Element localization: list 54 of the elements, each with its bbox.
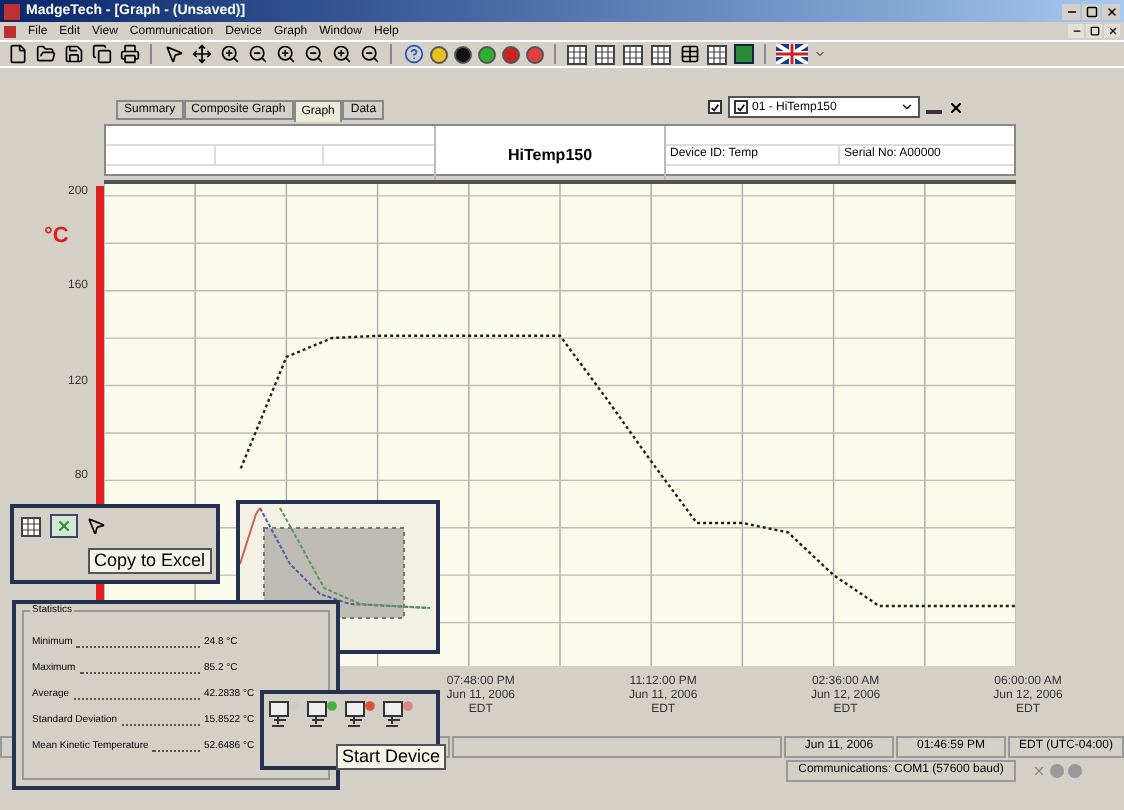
device-name: HiTemp150: [507, 144, 593, 168]
print-icon[interactable]: [118, 43, 140, 65]
tooltip: Start Device: [336, 744, 447, 770]
document-icon: [4, 25, 16, 37]
minimize-button[interactable]: [1068, 24, 1084, 38]
cursor-icon: [86, 516, 106, 536]
device-icon[interactable]: [382, 698, 414, 730]
new-file-icon[interactable]: [6, 43, 28, 65]
start-icon[interactable]: [478, 45, 496, 63]
restore-icon: [1089, 26, 1099, 36]
dropdown-icon[interactable]: [900, 100, 914, 114]
maximize-icon: [1085, 5, 1097, 17]
pointer-icon[interactable]: [162, 43, 184, 65]
stop-icon[interactable]: [502, 45, 520, 63]
excel-icon[interactable]: [734, 44, 754, 64]
pan-icon[interactable]: [190, 43, 212, 65]
excel-icon[interactable]: [50, 514, 78, 538]
table-icon[interactable]: [706, 43, 728, 65]
zoom-in-icon[interactable]: [218, 43, 240, 65]
close-icon[interactable]: [948, 99, 964, 115]
app-icon: [4, 3, 20, 19]
table-icon[interactable]: [566, 43, 588, 65]
checkbox[interactable]: [734, 100, 748, 114]
close-button[interactable]: [1102, 3, 1120, 19]
zoom-in-icon[interactable]: [330, 43, 352, 65]
close-icon: [1107, 26, 1117, 36]
zoom-out-icon[interactable]: [358, 43, 380, 65]
restore-button[interactable]: [1086, 24, 1102, 38]
table-icon[interactable]: [650, 43, 672, 65]
cancel-icon[interactable]: [526, 45, 544, 63]
copy-icon[interactable]: [90, 43, 112, 65]
close-button[interactable]: [1104, 24, 1120, 38]
help-icon[interactable]: [402, 43, 424, 65]
open-folder-icon[interactable]: [34, 43, 56, 65]
minimize-button[interactable]: [1062, 3, 1080, 19]
zoom-out-icon[interactable]: [246, 43, 268, 65]
table-icon[interactable]: [678, 43, 700, 65]
close-icon: [1105, 5, 1117, 17]
flag-icon[interactable]: [776, 44, 808, 64]
zoom-out-icon[interactable]: [302, 43, 324, 65]
device-icon[interactable]: [306, 698, 338, 730]
maximize-button[interactable]: [1082, 3, 1100, 19]
device-icon[interactable]: [344, 698, 376, 730]
tooltip: Copy to Excel: [88, 548, 212, 574]
save-icon[interactable]: [62, 43, 84, 65]
record-icon[interactable]: [454, 45, 472, 63]
unit-label: °C: [44, 222, 69, 252]
zoom-in-icon[interactable]: [274, 43, 296, 65]
table-icon[interactable]: [20, 515, 42, 537]
device-icon[interactable]: [268, 698, 300, 730]
status-icons-drawing: [1032, 764, 1082, 778]
table-icon[interactable]: [622, 43, 644, 65]
checkbox[interactable]: [708, 100, 722, 114]
table-icon[interactable]: [594, 43, 616, 65]
